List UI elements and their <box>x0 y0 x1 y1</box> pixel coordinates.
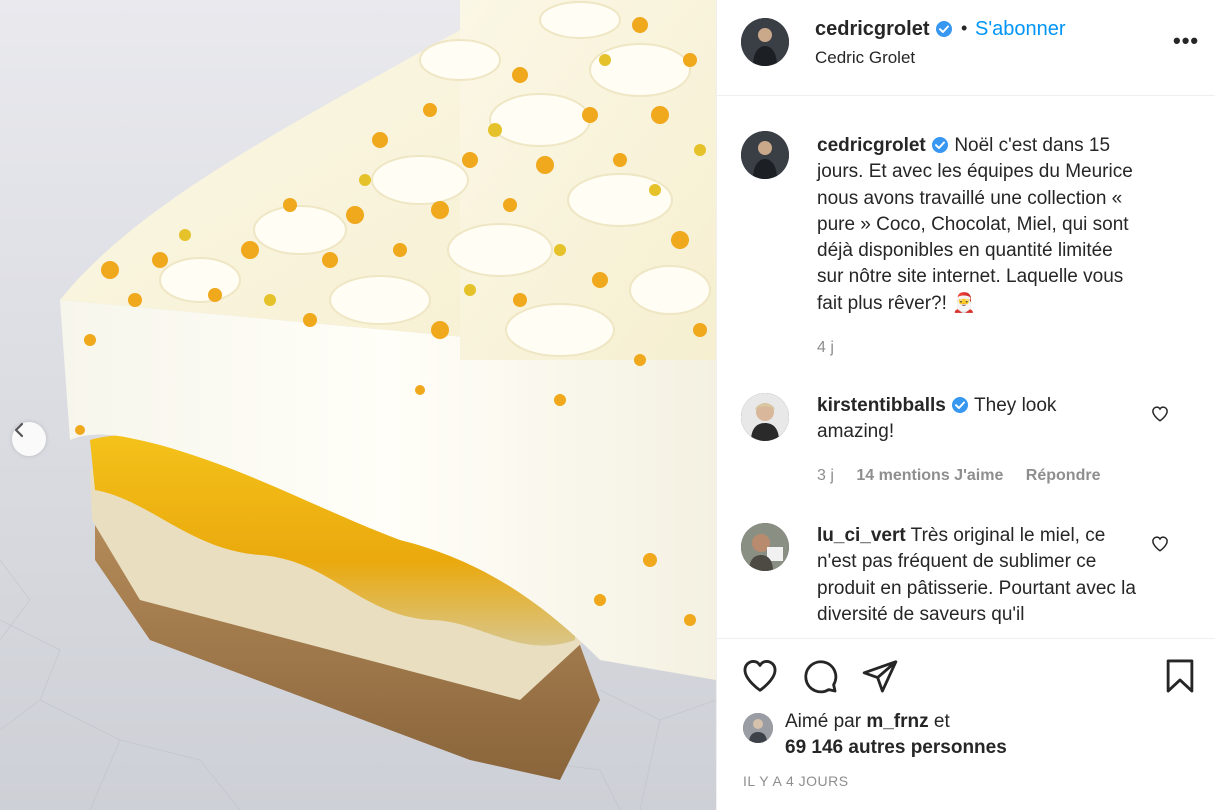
comment-text: kirstentibballs They look amazing! <box>817 393 1137 446</box>
avatar-image <box>741 18 789 66</box>
comment-avatar[interactable] <box>741 393 789 441</box>
post-actions: Aimé par m_frnz et 69 146 autres personn… <box>717 638 1215 810</box>
header-separator: • <box>961 18 968 38</box>
likes-prefix: Aimé par <box>785 711 862 732</box>
caption-body: Noël c'est dans 15 jours. Et avec les éq… <box>817 135 1133 314</box>
author-username[interactable]: cedricgrolet <box>815 18 953 41</box>
reply-button[interactable]: Répondre <box>1026 467 1101 484</box>
follow-button[interactable]: S'abonner <box>975 18 1066 41</box>
comment-text: lu_ci_vert Très original le miel, ce n'e… <box>817 523 1137 628</box>
author-avatar[interactable] <box>741 18 789 66</box>
comments-list[interactable]: cedricgrolet Noël c'est dans 15 jours. E… <box>717 97 1215 637</box>
likes-conjunction: et <box>933 711 950 732</box>
like-heart-icon[interactable] <box>741 657 779 695</box>
avatar-image <box>743 713 773 743</box>
avatar-image <box>741 131 789 179</box>
author-full-name: Cedric Grolet <box>815 48 916 67</box>
chevron-left-icon <box>14 422 24 438</box>
dessert-photo <box>0 0 716 810</box>
save-bookmark-icon[interactable] <box>1161 657 1199 695</box>
comment-username[interactable]: lu_ci_vert <box>817 525 906 546</box>
caption-time[interactable]: 4 j <box>817 339 834 356</box>
caption-author-avatar[interactable] <box>741 131 789 179</box>
comment-time[interactable]: 3 j <box>817 467 834 484</box>
share-paper-plane-icon[interactable] <box>861 657 899 695</box>
post-timestamp[interactable]: IL Y A 4 JOURS <box>743 773 849 789</box>
comment-avatar[interactable] <box>741 523 789 571</box>
liker-avatar[interactable] <box>743 713 773 743</box>
caption-username[interactable]: cedricgrolet <box>817 135 926 156</box>
likes-count[interactable]: 69 146 autres personnes <box>785 737 1007 759</box>
verified-badge-icon <box>932 137 949 153</box>
comment-like-heart-icon[interactable] <box>1151 405 1169 423</box>
comment-likes-count[interactable]: 14 mentions J'aime <box>856 467 1003 484</box>
likes-summary: Aimé par m_frnz et <box>785 711 950 733</box>
avatar-image <box>741 393 789 441</box>
caption-text: cedricgrolet Noël c'est dans 15 jours. E… <box>817 133 1137 317</box>
liker-username[interactable]: m_frnz <box>866 711 928 732</box>
caption-meta: 4 j <box>817 339 852 357</box>
previous-image-button[interactable] <box>12 422 46 456</box>
avatar-image <box>741 523 789 571</box>
comment-username[interactable]: kirstentibballs <box>817 395 946 416</box>
post-header: cedricgrolet • S'abonner Cedric Grolet •… <box>717 0 1215 96</box>
verified-badge-icon <box>936 21 953 37</box>
post-side-panel: cedricgrolet • S'abonner Cedric Grolet •… <box>716 0 1215 810</box>
comment-like-heart-icon[interactable] <box>1151 535 1169 553</box>
verified-badge-icon <box>952 397 969 413</box>
comment-meta: 3 j 14 mentions J'aime Répondre <box>817 467 1118 485</box>
post-image <box>0 0 716 810</box>
more-options-icon[interactable]: ••• <box>1173 28 1199 54</box>
comment-bubble-icon[interactable] <box>801 657 839 695</box>
